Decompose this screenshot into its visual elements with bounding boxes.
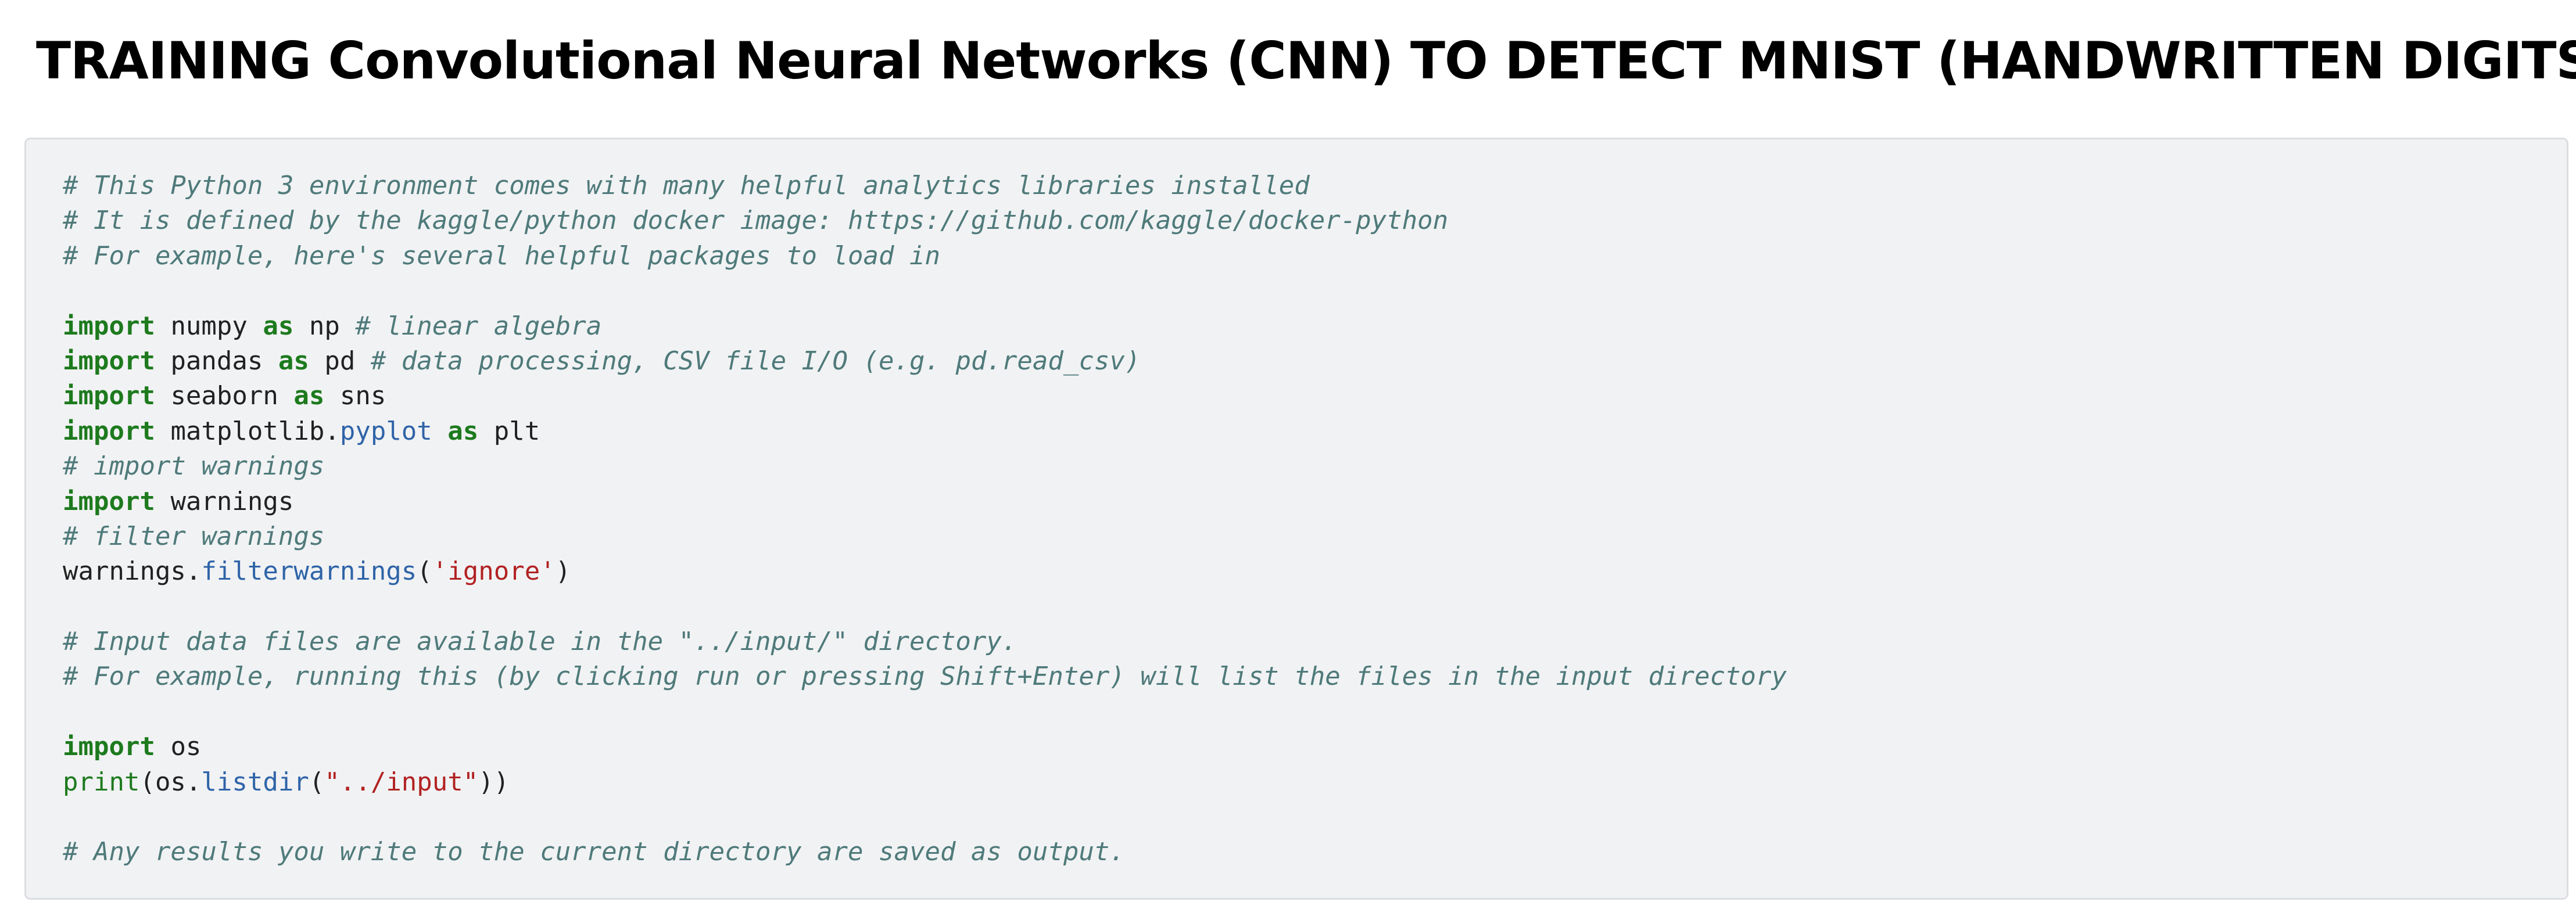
code-token-comment: # data processing, CSV file I/O (e.g. pd… [370, 346, 1141, 376]
code-token-attr: filterwarnings [201, 556, 417, 587]
code-line: # Any results you write to the current d… [63, 835, 1787, 870]
code-token-name: seaborn [155, 381, 294, 411]
code-token-keyword: import [63, 732, 155, 762]
code-line: import pandas as pd # data processing, C… [63, 344, 1787, 379]
code-line: warnings.filterwarnings('ignore') [63, 554, 1787, 589]
code-token-keyword: as [278, 346, 309, 376]
code-token-name: np [293, 311, 356, 341]
code-token-name: pandas [155, 346, 278, 376]
code-token-keyword: as [447, 416, 479, 446]
code-line: # Input data files are available in the … [63, 624, 1787, 659]
code-token-comment: # import warnings [63, 451, 325, 482]
code-token-comment: # linear algebra [355, 311, 602, 341]
code-token-name [432, 416, 448, 446]
code-token-keyword: import [63, 311, 155, 341]
code-line: import warnings [63, 484, 1787, 519]
code-token-punct: ( [417, 556, 432, 587]
code-token-name: pd [309, 346, 371, 376]
code-token-builtin: print [63, 767, 140, 797]
code-token-keyword: import [63, 381, 155, 411]
code-token-punct: )) [478, 767, 510, 797]
code-token-keyword: import [63, 416, 155, 446]
code-line: # For example, here's several helpful pa… [63, 239, 1787, 274]
code-line: # This Python 3 environment comes with m… [63, 168, 1787, 203]
code-token-comment: # For example, running this (by clicking… [63, 662, 1787, 692]
code-line: # filter warnings [63, 519, 1787, 554]
code-token-name: warnings [155, 486, 294, 516]
code-token-name: warnings. [63, 556, 202, 587]
code-token-name: plt [478, 416, 540, 446]
code-token-punct: ) [555, 556, 571, 587]
code-token-string: "../input" [324, 767, 479, 797]
code-token-attr: pyplot [339, 416, 432, 446]
code-token-comment: # filter warnings [63, 521, 325, 551]
code-line: # It is defined by the kaggle/python doc… [63, 203, 1787, 238]
code-line: # For example, running this (by clicking… [63, 659, 1787, 694]
code-token-keyword: as [293, 381, 325, 411]
code-token-keyword: import [63, 486, 155, 516]
code-token-punct: ( [309, 767, 325, 797]
code-token-comment: # It is defined by the kaggle/python doc… [63, 206, 1449, 236]
code-token-comment: # This Python 3 environment comes with m… [63, 171, 1310, 200]
code-token-name: os [155, 732, 202, 762]
page-title: TRAINING Convolutional Neural Networks (… [36, 31, 2576, 91]
code-token-attr: listdir [201, 767, 309, 797]
code-token-string: 'ignore' [432, 556, 556, 587]
code-cell[interactable]: # This Python 3 environment comes with m… [24, 138, 2568, 900]
code-token-name: sns [324, 381, 386, 411]
code-token-comment: # Any results you write to the current d… [63, 837, 1125, 867]
code-line: import seaborn as sns [63, 379, 1787, 414]
code-token-keyword: import [63, 346, 155, 376]
code-line: import os [63, 730, 1787, 764]
code-token-name: (os. [139, 767, 202, 797]
code-token-comment: # For example, here's several helpful pa… [63, 240, 940, 271]
code-token-name: numpy [155, 311, 263, 341]
code-line: print(os.listdir("../input")) [63, 765, 1787, 800]
code-token-keyword: as [263, 311, 294, 341]
code-line: import numpy as np # linear algebra [63, 309, 1787, 344]
code-token-name: matplotlib. [155, 416, 340, 446]
code-line: # import warnings [63, 449, 1787, 484]
code-line: import matplotlib.pyplot as plt [63, 414, 1787, 449]
code-token-comment: # Input data files are available in the … [63, 627, 1017, 657]
code-block[interactable]: # This Python 3 environment comes with m… [63, 168, 1787, 870]
